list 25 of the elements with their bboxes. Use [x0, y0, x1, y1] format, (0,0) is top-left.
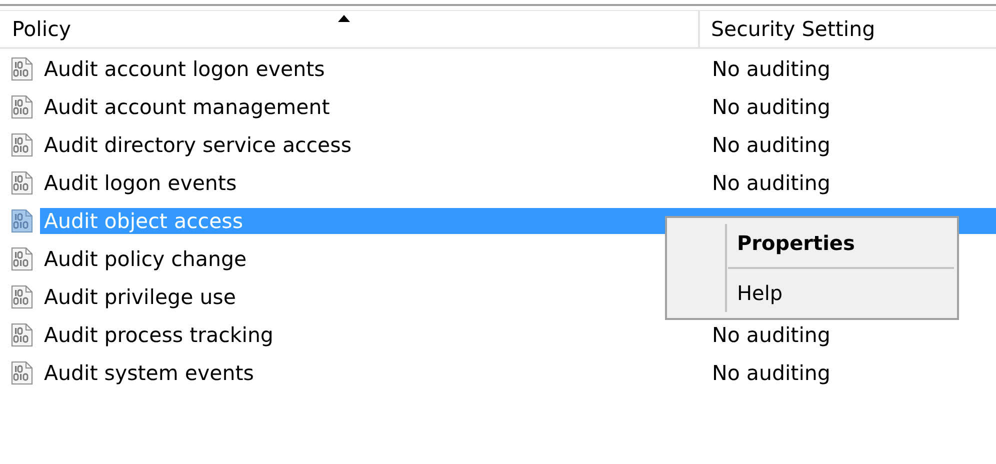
menu-item[interactable]: Help	[670, 269, 954, 317]
policy-cell[interactable]: Audit directory service access	[40, 132, 700, 158]
setting-cell-text: No auditing	[711, 322, 832, 348]
document-icon	[9, 208, 35, 234]
document-icon	[9, 322, 35, 348]
setting-cell-text: No auditing	[711, 56, 832, 82]
document-icon	[9, 94, 35, 120]
column-header[interactable]: Policy	[0, 11, 700, 47]
document-icon	[9, 246, 35, 272]
policy-cell[interactable]: Audit account management	[40, 94, 700, 120]
setting-cell-text: No auditing	[711, 170, 832, 196]
setting-cell-text: No auditing	[711, 132, 832, 158]
document-icon	[9, 284, 35, 310]
document-icon	[9, 170, 35, 196]
document-icon	[9, 132, 35, 158]
column-header[interactable]: Security Setting	[700, 11, 996, 47]
policy-cell[interactable]: Audit process tracking	[40, 322, 700, 348]
policy-cell[interactable]: Audit account logon events	[40, 56, 700, 82]
document-icon	[9, 56, 35, 82]
policy-cell[interactable]: Audit system events	[40, 360, 700, 386]
document-icon	[9, 360, 35, 386]
sort-arrow-icon	[338, 15, 350, 22]
policy-cell[interactable]: Audit logon events	[40, 170, 700, 196]
setting-cell-text: No auditing	[711, 94, 832, 120]
setting-cell-text: No auditing	[711, 360, 832, 386]
